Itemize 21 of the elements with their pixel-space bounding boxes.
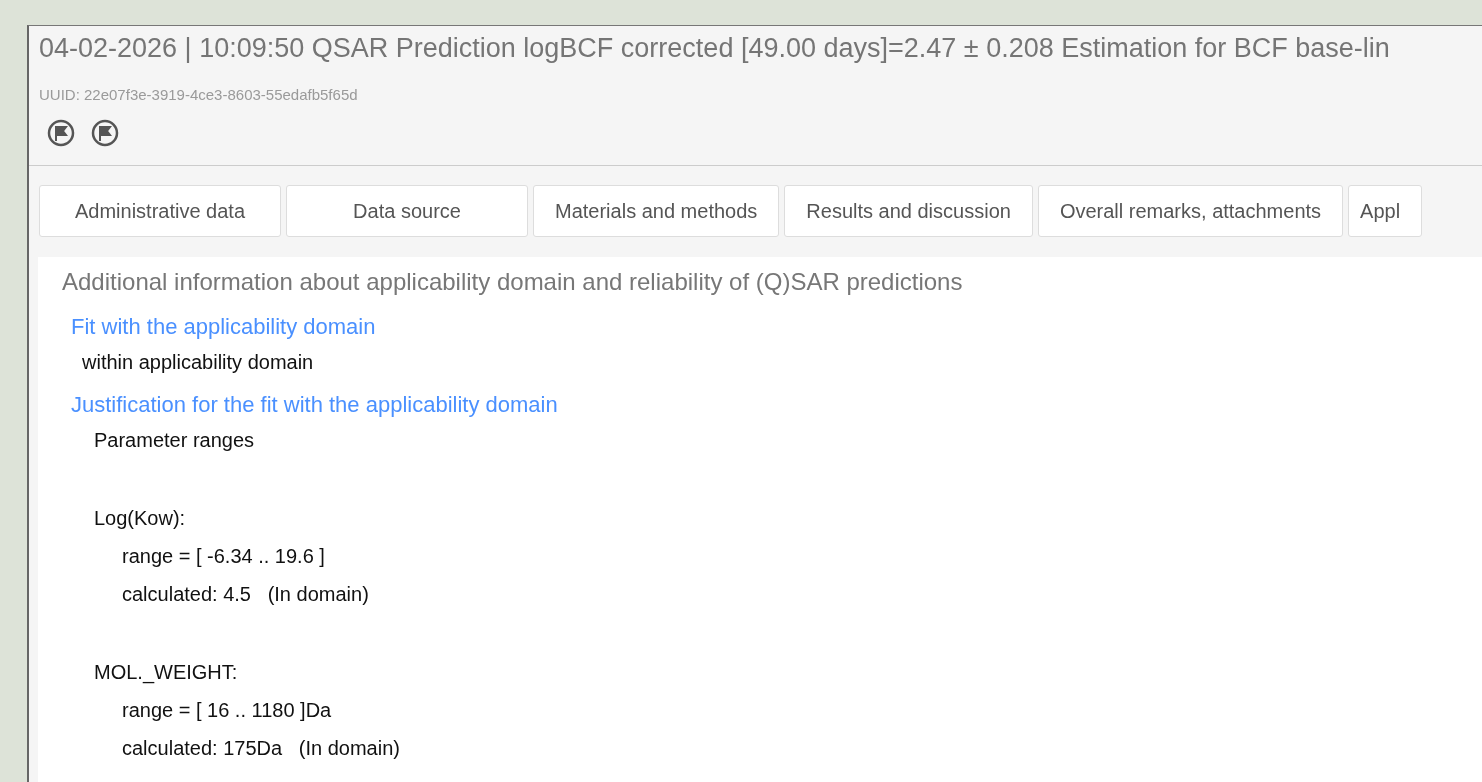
uuid-text: UUID: 22e07f3e-3919-4ce3-8603-55edafb5f65d xyxy=(39,86,359,103)
section-tab[interactable]: Materials and methods xyxy=(533,185,780,237)
section-heading: Additional information about applicability domain and reliability of (Q)SAR predictions xyxy=(62,267,964,297)
parameter-calculated: calculated: 4.5 (In domain) xyxy=(122,582,370,607)
flag-icon[interactable] xyxy=(91,119,119,147)
section-tab[interactable]: Results and discussion xyxy=(784,185,1033,237)
section-tab[interactable]: Data source xyxy=(286,185,528,237)
record-title: 04-02-2026 | 10:09:50 QSAR Prediction logBCF corrected [49.00 days]=2.47 ± 0.208 Estimation for BCF base-lin xyxy=(39,32,1391,64)
parameter-name: MOL._WEIGHT: xyxy=(94,660,239,685)
field-label: Fit with the applicability domain xyxy=(71,313,377,341)
section-tab[interactable]: Overall remarks, attachments xyxy=(1037,185,1344,237)
field-value: within applicability domain xyxy=(82,350,315,375)
section-tab[interactable]: Administrative data xyxy=(39,185,281,237)
section-tab[interactable]: Appl xyxy=(1348,185,1423,237)
flag-icon[interactable] xyxy=(47,119,75,147)
parameter-range: range = [ -6.34 .. 19.6 ] xyxy=(122,544,326,569)
field-label: Justification for the fit with the applicability domain xyxy=(71,391,559,419)
parameter-range: range = [ 16 .. 1180 ]Da xyxy=(122,698,333,723)
parameter-name: Log(Kow): xyxy=(94,506,187,531)
field-value: Parameter ranges xyxy=(94,428,256,453)
parameter-calculated: calculated: 175Da (In domain) xyxy=(122,736,401,761)
